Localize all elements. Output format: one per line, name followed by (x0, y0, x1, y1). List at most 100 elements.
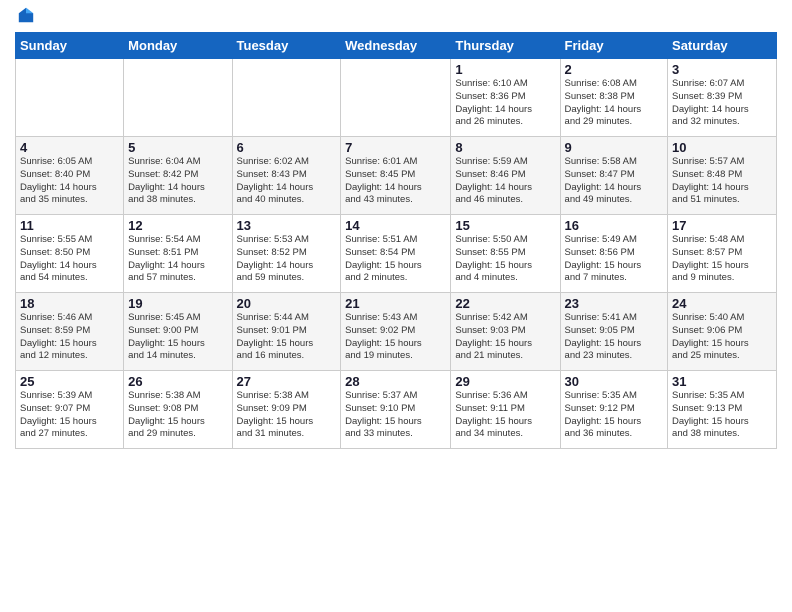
calendar-cell: 30Sunrise: 5:35 AM Sunset: 9:12 PM Dayli… (560, 371, 668, 449)
day-info: Sunrise: 5:50 AM Sunset: 8:55 PM Dayligh… (455, 234, 555, 285)
calendar-cell (124, 59, 232, 137)
calendar-cell: 21Sunrise: 5:43 AM Sunset: 9:02 PM Dayli… (341, 293, 451, 371)
day-info: Sunrise: 5:43 AM Sunset: 9:02 PM Dayligh… (345, 312, 446, 363)
day-number: 21 (345, 296, 446, 311)
day-number: 15 (455, 218, 555, 233)
calendar-header-thursday: Thursday (451, 33, 560, 59)
day-number: 18 (20, 296, 119, 311)
day-info: Sunrise: 5:36 AM Sunset: 9:11 PM Dayligh… (455, 390, 555, 441)
day-number: 19 (128, 296, 227, 311)
calendar-cell: 16Sunrise: 5:49 AM Sunset: 8:56 PM Dayli… (560, 215, 668, 293)
day-info: Sunrise: 5:35 AM Sunset: 9:13 PM Dayligh… (672, 390, 772, 441)
day-info: Sunrise: 5:44 AM Sunset: 9:01 PM Dayligh… (237, 312, 337, 363)
calendar-cell (16, 59, 124, 137)
day-number: 27 (237, 374, 337, 389)
calendar-cell: 15Sunrise: 5:50 AM Sunset: 8:55 PM Dayli… (451, 215, 560, 293)
day-number: 3 (672, 62, 772, 77)
day-number: 31 (672, 374, 772, 389)
calendar-cell: 19Sunrise: 5:45 AM Sunset: 9:00 PM Dayli… (124, 293, 232, 371)
day-info: Sunrise: 5:53 AM Sunset: 8:52 PM Dayligh… (237, 234, 337, 285)
day-number: 4 (20, 140, 119, 155)
calendar-cell: 11Sunrise: 5:55 AM Sunset: 8:50 PM Dayli… (16, 215, 124, 293)
calendar-week-row: 1Sunrise: 6:10 AM Sunset: 8:36 PM Daylig… (16, 59, 777, 137)
day-info: Sunrise: 5:55 AM Sunset: 8:50 PM Dayligh… (20, 234, 119, 285)
calendar-cell: 5Sunrise: 6:04 AM Sunset: 8:42 PM Daylig… (124, 137, 232, 215)
day-number: 30 (565, 374, 664, 389)
day-info: Sunrise: 5:58 AM Sunset: 8:47 PM Dayligh… (565, 156, 664, 207)
calendar-cell: 23Sunrise: 5:41 AM Sunset: 9:05 PM Dayli… (560, 293, 668, 371)
day-number: 9 (565, 140, 664, 155)
calendar-cell: 1Sunrise: 6:10 AM Sunset: 8:36 PM Daylig… (451, 59, 560, 137)
calendar-header-friday: Friday (560, 33, 668, 59)
day-number: 24 (672, 296, 772, 311)
day-info: Sunrise: 5:59 AM Sunset: 8:46 PM Dayligh… (455, 156, 555, 207)
calendar-week-row: 11Sunrise: 5:55 AM Sunset: 8:50 PM Dayli… (16, 215, 777, 293)
day-number: 16 (565, 218, 664, 233)
calendar-header-sunday: Sunday (16, 33, 124, 59)
calendar-cell: 6Sunrise: 6:02 AM Sunset: 8:43 PM Daylig… (232, 137, 341, 215)
day-info: Sunrise: 5:46 AM Sunset: 8:59 PM Dayligh… (20, 312, 119, 363)
calendar-cell: 29Sunrise: 5:36 AM Sunset: 9:11 PM Dayli… (451, 371, 560, 449)
calendar-cell (232, 59, 341, 137)
day-number: 28 (345, 374, 446, 389)
day-info: Sunrise: 5:39 AM Sunset: 9:07 PM Dayligh… (20, 390, 119, 441)
calendar-week-row: 25Sunrise: 5:39 AM Sunset: 9:07 PM Dayli… (16, 371, 777, 449)
day-number: 13 (237, 218, 337, 233)
day-info: Sunrise: 6:05 AM Sunset: 8:40 PM Dayligh… (20, 156, 119, 207)
day-info: Sunrise: 6:08 AM Sunset: 8:38 PM Dayligh… (565, 78, 664, 129)
day-number: 25 (20, 374, 119, 389)
calendar-cell: 13Sunrise: 5:53 AM Sunset: 8:52 PM Dayli… (232, 215, 341, 293)
calendar-cell: 7Sunrise: 6:01 AM Sunset: 8:45 PM Daylig… (341, 137, 451, 215)
day-number: 6 (237, 140, 337, 155)
calendar-cell: 8Sunrise: 5:59 AM Sunset: 8:46 PM Daylig… (451, 137, 560, 215)
day-number: 22 (455, 296, 555, 311)
day-info: Sunrise: 6:10 AM Sunset: 8:36 PM Dayligh… (455, 78, 555, 129)
day-number: 7 (345, 140, 446, 155)
day-info: Sunrise: 5:48 AM Sunset: 8:57 PM Dayligh… (672, 234, 772, 285)
calendar-cell: 31Sunrise: 5:35 AM Sunset: 9:13 PM Dayli… (668, 371, 777, 449)
day-info: Sunrise: 5:35 AM Sunset: 9:12 PM Dayligh… (565, 390, 664, 441)
calendar-cell: 22Sunrise: 5:42 AM Sunset: 9:03 PM Dayli… (451, 293, 560, 371)
calendar-cell: 2Sunrise: 6:08 AM Sunset: 8:38 PM Daylig… (560, 59, 668, 137)
calendar-header-tuesday: Tuesday (232, 33, 341, 59)
day-info: Sunrise: 6:01 AM Sunset: 8:45 PM Dayligh… (345, 156, 446, 207)
calendar-table: SundayMondayTuesdayWednesdayThursdayFrid… (15, 32, 777, 449)
day-info: Sunrise: 5:51 AM Sunset: 8:54 PM Dayligh… (345, 234, 446, 285)
calendar-cell (341, 59, 451, 137)
day-number: 1 (455, 62, 555, 77)
day-number: 14 (345, 218, 446, 233)
day-info: Sunrise: 5:38 AM Sunset: 9:09 PM Dayligh… (237, 390, 337, 441)
calendar-header-monday: Monday (124, 33, 232, 59)
day-number: 5 (128, 140, 227, 155)
day-number: 11 (20, 218, 119, 233)
day-number: 17 (672, 218, 772, 233)
calendar-cell: 17Sunrise: 5:48 AM Sunset: 8:57 PM Dayli… (668, 215, 777, 293)
day-info: Sunrise: 5:40 AM Sunset: 9:06 PM Dayligh… (672, 312, 772, 363)
calendar-cell: 28Sunrise: 5:37 AM Sunset: 9:10 PM Dayli… (341, 371, 451, 449)
day-number: 8 (455, 140, 555, 155)
calendar-cell: 4Sunrise: 6:05 AM Sunset: 8:40 PM Daylig… (16, 137, 124, 215)
day-number: 29 (455, 374, 555, 389)
calendar-cell: 20Sunrise: 5:44 AM Sunset: 9:01 PM Dayli… (232, 293, 341, 371)
day-number: 10 (672, 140, 772, 155)
calendar-week-row: 4Sunrise: 6:05 AM Sunset: 8:40 PM Daylig… (16, 137, 777, 215)
day-number: 12 (128, 218, 227, 233)
calendar-cell: 18Sunrise: 5:46 AM Sunset: 8:59 PM Dayli… (16, 293, 124, 371)
calendar-cell: 14Sunrise: 5:51 AM Sunset: 8:54 PM Dayli… (341, 215, 451, 293)
day-info: Sunrise: 5:54 AM Sunset: 8:51 PM Dayligh… (128, 234, 227, 285)
calendar-header-saturday: Saturday (668, 33, 777, 59)
logo (15, 10, 35, 24)
day-number: 20 (237, 296, 337, 311)
day-info: Sunrise: 6:07 AM Sunset: 8:39 PM Dayligh… (672, 78, 772, 129)
day-info: Sunrise: 5:38 AM Sunset: 9:08 PM Dayligh… (128, 390, 227, 441)
calendar-cell: 26Sunrise: 5:38 AM Sunset: 9:08 PM Dayli… (124, 371, 232, 449)
calendar-cell: 27Sunrise: 5:38 AM Sunset: 9:09 PM Dayli… (232, 371, 341, 449)
day-info: Sunrise: 5:42 AM Sunset: 9:03 PM Dayligh… (455, 312, 555, 363)
calendar-cell: 25Sunrise: 5:39 AM Sunset: 9:07 PM Dayli… (16, 371, 124, 449)
page: SundayMondayTuesdayWednesdayThursdayFrid… (0, 0, 792, 612)
calendar-cell: 12Sunrise: 5:54 AM Sunset: 8:51 PM Dayli… (124, 215, 232, 293)
day-number: 23 (565, 296, 664, 311)
calendar-week-row: 18Sunrise: 5:46 AM Sunset: 8:59 PM Dayli… (16, 293, 777, 371)
day-info: Sunrise: 5:57 AM Sunset: 8:48 PM Dayligh… (672, 156, 772, 207)
day-info: Sunrise: 5:49 AM Sunset: 8:56 PM Dayligh… (565, 234, 664, 285)
